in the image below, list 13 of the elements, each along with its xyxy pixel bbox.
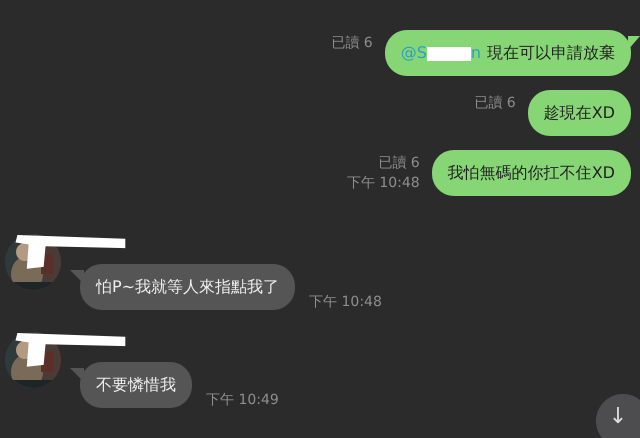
message-bubble: 我怕無碼的你扛不住XD [432, 150, 631, 196]
message-bubble: 不要憐惜我 [80, 362, 192, 408]
read-receipt: 已讀 6 [378, 154, 420, 173]
message-time: 下午 10:49 [206, 391, 279, 410]
message-bubble: 怕P~我就等人來指點我了 [80, 264, 296, 310]
read-receipt: 已讀 6 [331, 34, 373, 53]
redaction-mark [426, 46, 471, 61]
message-time: 下午 10:48 [309, 293, 382, 312]
message-time: 下午 10:48 [346, 174, 420, 193]
message-bubble: @S n 現在可以申請放棄 [384, 30, 631, 76]
read-receipt: 已讀 6 [474, 94, 516, 113]
message-bubble: 趁現在XD [528, 90, 631, 136]
scroll-down-button[interactable]: ↓ [596, 394, 640, 438]
